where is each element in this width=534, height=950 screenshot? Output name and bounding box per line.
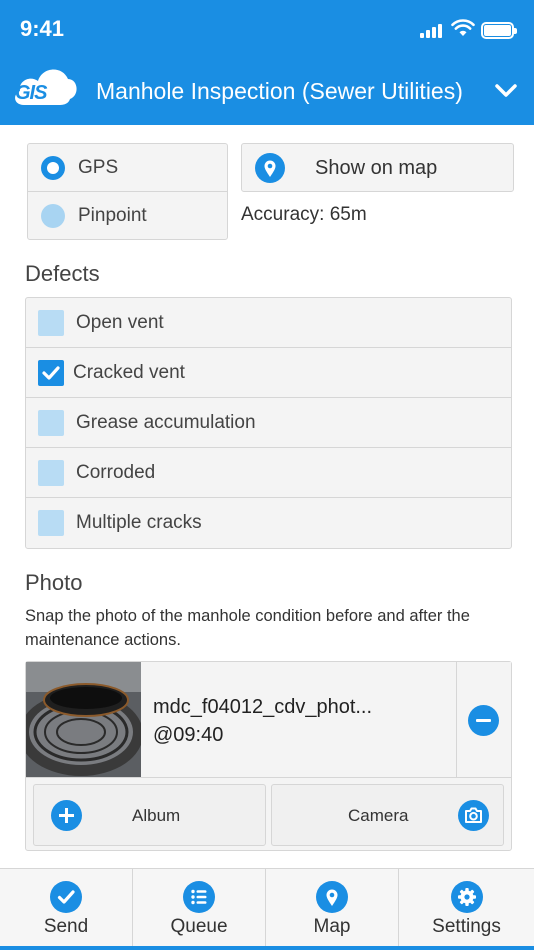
- bottom-tab-bar: Send Queue Map Settings: [0, 868, 534, 950]
- tab-queue[interactable]: Queue: [133, 869, 266, 950]
- defects-heading: Defects: [25, 261, 100, 286]
- bottom-accent-bar: [0, 946, 534, 950]
- list-icon: [183, 881, 215, 913]
- remove-photo-icon[interactable]: [468, 705, 499, 736]
- defect-option-open-vent[interactable]: Open vent: [26, 298, 511, 348]
- gps-label: GPS: [78, 157, 119, 178]
- camera-label: Camera: [348, 806, 409, 825]
- tab-settings[interactable]: Settings: [399, 869, 534, 950]
- radio-unselected-icon[interactable]: [41, 204, 65, 228]
- photo-attachment-row: mdc_f04012_cdv_phot... @09:40: [26, 662, 511, 778]
- checkbox-unchecked-icon[interactable]: [38, 310, 64, 336]
- remove-photo-area: [456, 662, 511, 777]
- tab-map[interactable]: Map: [266, 869, 399, 950]
- show-on-map-button[interactable]: Show on map: [241, 143, 514, 192]
- defect-option-cracked-vent[interactable]: Cracked vent: [26, 348, 511, 398]
- pinpoint-label: Pinpoint: [78, 205, 147, 226]
- photo-heading: Photo: [25, 570, 83, 595]
- app-header: 9:41 GIS Manhole Inspection (Sewer Utili…: [0, 0, 534, 125]
- status-bar: 9:41: [0, 0, 534, 56]
- camera-button[interactable]: Camera: [271, 784, 504, 846]
- tab-label: Settings: [432, 916, 501, 937]
- location-source-group: GPS Pinpoint: [27, 143, 228, 240]
- defect-label: Cracked vent: [73, 362, 185, 383]
- album-button[interactable]: Album: [33, 784, 266, 846]
- defects-list: Open vent Cracked vent Grease accumulati…: [25, 297, 512, 549]
- photo-card: mdc_f04012_cdv_phot... @09:40 Album Came…: [25, 661, 512, 851]
- radio-selected-icon[interactable]: [41, 156, 65, 180]
- accuracy-text: Accuracy: 65m: [241, 204, 367, 225]
- defect-label: Grease accumulation: [76, 412, 256, 433]
- checkbox-unchecked-icon[interactable]: [38, 460, 64, 486]
- map-pin-icon: [316, 881, 348, 913]
- status-time: 9:41: [20, 16, 65, 41]
- defect-label: Multiple cracks: [76, 512, 202, 533]
- photo-timestamp: @09:40: [153, 724, 224, 746]
- album-label: Album: [132, 806, 181, 825]
- photo-thumbnail[interactable]: [26, 662, 141, 777]
- checkbox-unchecked-icon[interactable]: [38, 410, 64, 436]
- checkbox-unchecked-icon[interactable]: [38, 510, 64, 536]
- tab-label: Queue: [170, 916, 228, 937]
- check-circle-icon: [50, 881, 82, 913]
- defect-option-multiple-cracks[interactable]: Multiple cracks: [26, 498, 511, 548]
- defect-option-corroded[interactable]: Corroded: [26, 448, 511, 498]
- photo-description: Snap the photo of the manhole condition …: [25, 607, 470, 649]
- map-pin-icon: [255, 153, 285, 183]
- camera-icon: [458, 800, 489, 831]
- gear-icon: [450, 881, 483, 913]
- tab-label: Send: [43, 916, 89, 937]
- pinpoint-radio-option[interactable]: Pinpoint: [28, 192, 227, 240]
- photo-file-name: mdc_f04012_cdv_phot...: [153, 696, 373, 718]
- plus-icon: [51, 800, 82, 831]
- page-title[interactable]: Manhole Inspection (Sewer Utilities): [96, 78, 463, 105]
- defect-label: Corroded: [76, 462, 156, 483]
- show-on-map-label: Show on map: [315, 157, 438, 179]
- defect-label: Open vent: [76, 312, 164, 333]
- wifi-icon: [451, 19, 475, 36]
- tab-label: Map: [313, 916, 351, 937]
- tab-send[interactable]: Send: [0, 869, 133, 950]
- defect-option-grease-accumulation[interactable]: Grease accumulation: [26, 398, 511, 448]
- cellular-signal-icon: [420, 24, 444, 38]
- checkbox-checked-icon[interactable]: [38, 360, 64, 386]
- chevron-down-icon[interactable]: [495, 84, 517, 98]
- gps-radio-option[interactable]: GPS: [28, 144, 227, 192]
- logo-text: GIS: [15, 82, 47, 104]
- battery-icon: [481, 22, 517, 39]
